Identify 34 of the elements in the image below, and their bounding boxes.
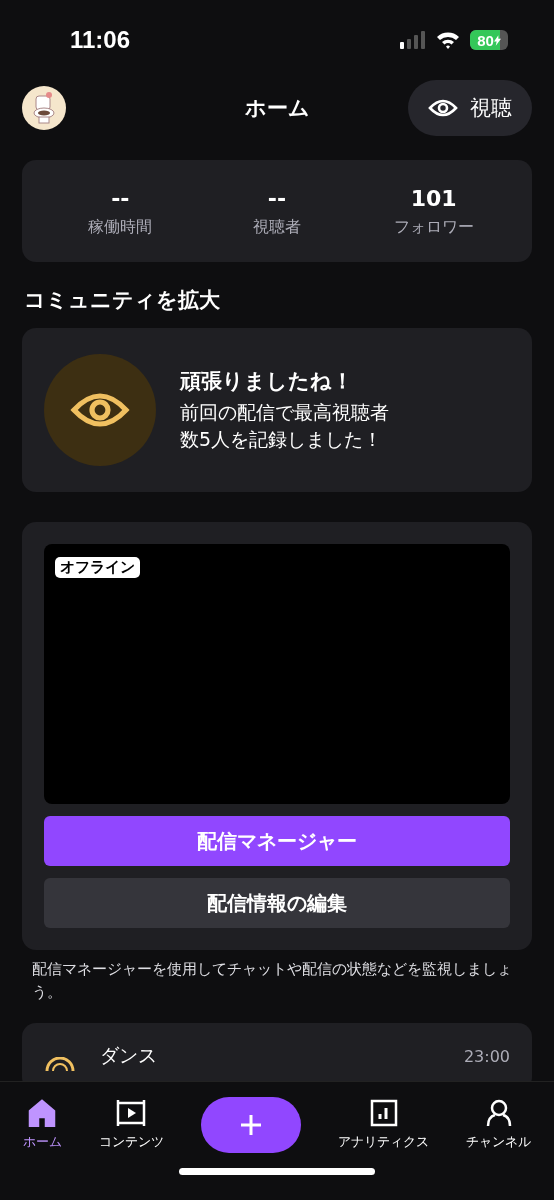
status-time: 11:06 [70, 26, 131, 54]
achievement-text: 前回の配信で最高視聴者数5人を記録しました！ [180, 400, 390, 452]
tab-bar-item[interactable]: チャンネル [466, 1099, 532, 1151]
edit-stream-info-button[interactable]: 配信情報の編集 [44, 878, 510, 928]
stat-label: 稼働時間 [88, 217, 153, 238]
battery-indicator: 80 [470, 30, 508, 50]
avatar-icon[interactable] [22, 86, 66, 130]
add-button[interactable] [200, 1097, 301, 1153]
stat-value: -- [267, 186, 287, 211]
wifi-icon [436, 31, 460, 49]
stat-label: フォロワー [393, 217, 474, 238]
plus-icon [238, 1113, 263, 1137]
schedule-time: 23:00 [463, 1047, 510, 1066]
page-title: ホーム [244, 95, 310, 122]
offline-badge: オフライン [55, 557, 140, 578]
watch-button[interactable]: 視聴 [408, 80, 532, 136]
film-icon [116, 1099, 147, 1127]
tab-bar-item[interactable]: ホーム [22, 1099, 62, 1151]
eye-icon [428, 98, 458, 118]
schedule-card[interactable]: ダンス 23:00 [22, 1023, 532, 1081]
stat-value: 101 [410, 186, 457, 211]
section-title: コミュニティを拡大 [24, 287, 221, 314]
person-icon [484, 1099, 513, 1127]
stat-value: -- [111, 186, 130, 211]
tab-bar-item[interactable]: コンテンツ [98, 1099, 164, 1151]
signal-icon [400, 31, 426, 49]
help-text: 配信マネージャーを使用してチャットや配信の状態などを監視しましょう。 [32, 959, 513, 1003]
tab-bar-item[interactable]: アナリティクス [338, 1099, 430, 1151]
stream-manager-button[interactable]: 配信マネージャー [44, 816, 510, 866]
chart-icon [369, 1099, 398, 1127]
home-icon [28, 1099, 57, 1127]
stat-label: 視聴者 [253, 217, 301, 238]
schedule-title: ダンス [100, 1043, 157, 1068]
achievement-title: 頑張りましたね！ [180, 368, 354, 396]
